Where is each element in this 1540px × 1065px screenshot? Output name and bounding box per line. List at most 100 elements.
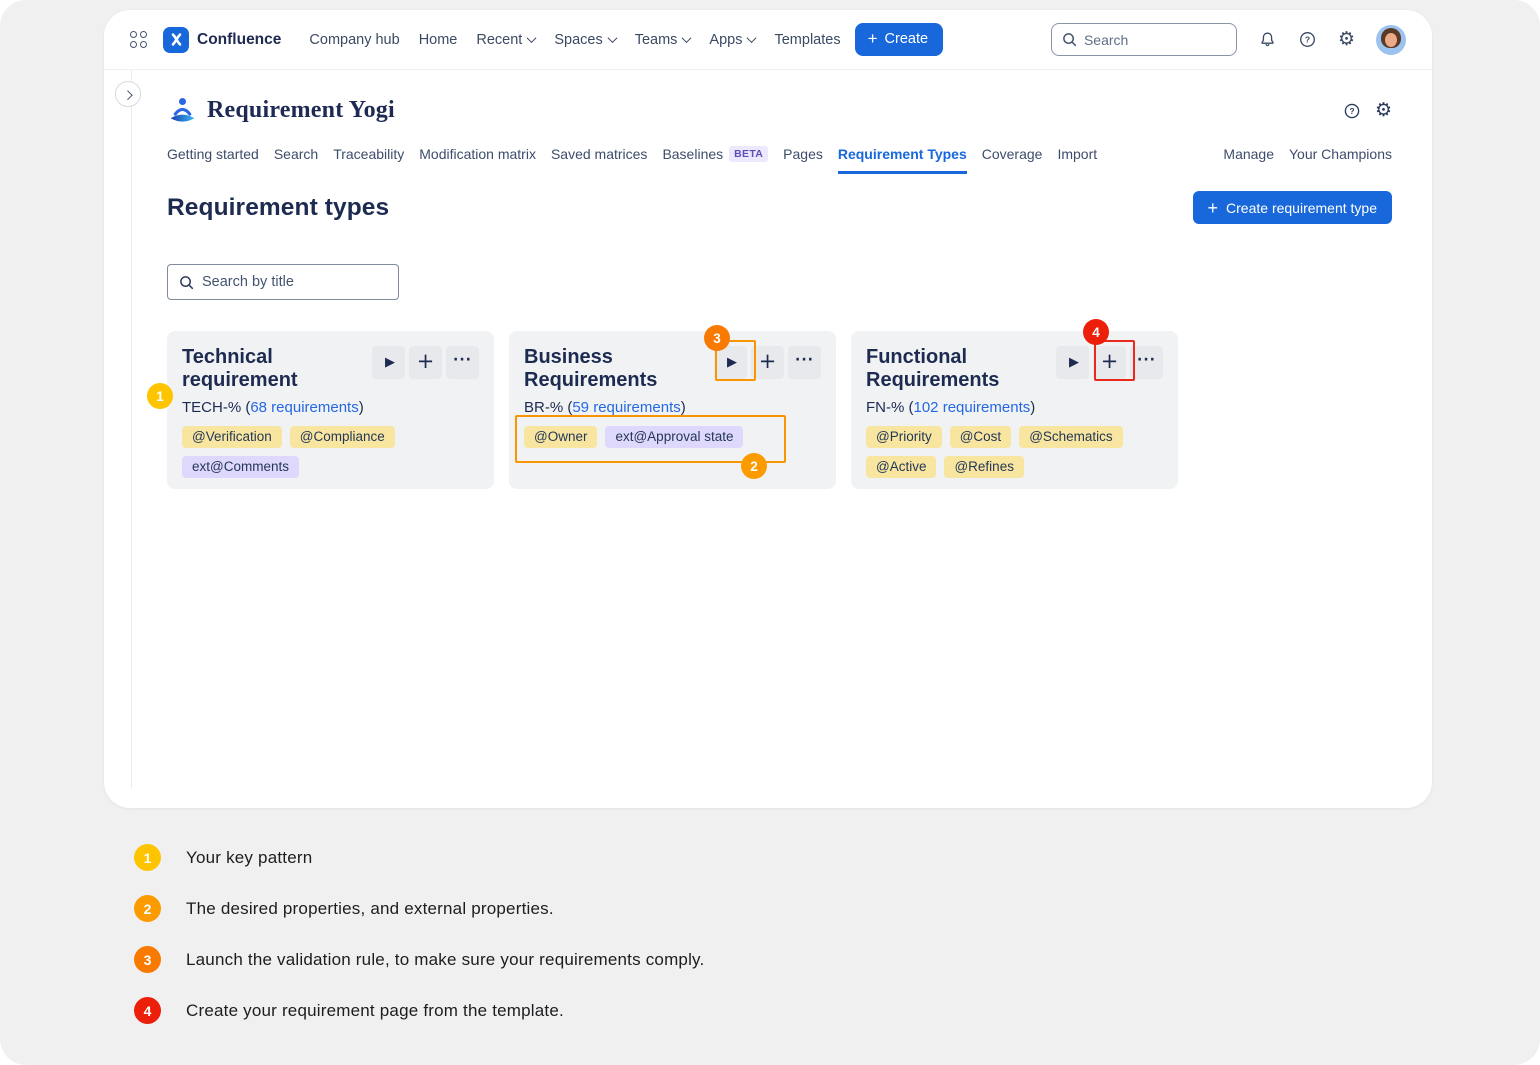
tab-pages[interactable]: Pages <box>783 146 823 174</box>
tab-saved-matrices[interactable]: Saved matrices <box>551 146 647 174</box>
property-tag: @Cost <box>950 426 1011 448</box>
gear-icon: ⚙ <box>1338 30 1355 49</box>
nav-item-apps[interactable]: Apps <box>709 32 755 48</box>
nav-item-spaces[interactable]: Spaces <box>554 32 615 48</box>
tab-import[interactable]: Import <box>1057 146 1097 174</box>
global-create-button[interactable]: + Create <box>855 23 943 56</box>
settings-button[interactable]: ⚙ <box>1338 30 1355 49</box>
requirements-count-link[interactable]: 102 requirements <box>914 399 1031 416</box>
tab-search[interactable]: Search <box>274 146 318 174</box>
create-label: Create <box>885 31 929 47</box>
tab-label: Manage <box>1223 146 1274 162</box>
user-avatar[interactable] <box>1376 25 1406 55</box>
run-validation-button[interactable]: ▶ <box>372 346 405 379</box>
tab-baselines[interactable]: BaselinesBETA <box>662 146 768 174</box>
tab-coverage[interactable]: Coverage <box>982 146 1043 174</box>
expand-sidebar-button[interactable] <box>115 81 141 107</box>
page-title: Requirement types <box>167 194 389 222</box>
legend-text: Launch the validation rule, to make sure… <box>186 950 704 970</box>
create-page-button[interactable]: + <box>1093 346 1126 379</box>
more-options-button[interactable]: ··· <box>788 346 821 379</box>
beta-badge: BETA <box>729 146 768 162</box>
confluence-window: Confluence Company hub Home Recent Spaces Te… <box>104 10 1432 808</box>
confluence-home-link[interactable]: Confluence <box>163 27 281 53</box>
legend-badge-1: 1 <box>134 844 161 871</box>
tab-manage[interactable]: Manage <box>1223 146 1274 174</box>
global-search-input[interactable] <box>1084 32 1214 48</box>
requirement-yogi-header: Requirement Yogi ? ⚙ <box>167 96 1392 125</box>
key-prefix: BR-% ( <box>524 399 572 416</box>
requirement-type-card: Functional Requirements▶+···FN-% (102 re… <box>851 331 1178 489</box>
legend-badge-2: 2 <box>134 895 161 922</box>
tab-requirement-types[interactable]: Requirement Types <box>838 146 967 174</box>
tab-label: Getting started <box>167 146 259 162</box>
sidebar-divider <box>131 70 132 788</box>
search-by-title-input[interactable] <box>202 274 382 290</box>
nav-item-company-hub[interactable]: Company hub <box>309 32 399 48</box>
callout-legend: 1 Your key pattern 2The desired properties… <box>134 844 704 1048</box>
tab-modification-matrix[interactable]: Modification matrix <box>419 146 536 174</box>
nav-item-recent[interactable]: Recent <box>476 32 535 48</box>
card-header: Technical requirement▶+··· <box>182 346 479 392</box>
run-validation-button[interactable]: ▶ <box>714 346 747 379</box>
app-help-button[interactable]: ? <box>1343 102 1361 120</box>
key-prefix: TECH-% ( <box>182 399 250 416</box>
tab-traceability[interactable]: Traceability <box>333 146 404 174</box>
tab-getting-started[interactable]: Getting started <box>167 146 259 174</box>
property-tag: @Owner <box>524 426 597 448</box>
nav-item-templates[interactable]: Templates <box>774 32 840 48</box>
property-tag: @Refines <box>944 456 1023 478</box>
search-by-title[interactable] <box>167 264 399 300</box>
app-switcher-button[interactable] <box>130 31 147 48</box>
card-header: Business Requirements ▶+··· <box>524 346 821 392</box>
requirements-count-link[interactable]: 59 requirements <box>572 399 680 416</box>
requirement-type-card: Technical requirement▶+··· TECH-% (68 req… <box>167 331 494 489</box>
app-settings-button[interactable]: ⚙ <box>1375 101 1392 120</box>
requirement-yogi-logo-icon <box>167 96 198 125</box>
key-suffix: ) <box>1030 399 1035 416</box>
more-options-button[interactable]: ··· <box>1130 346 1163 379</box>
nav-item-home[interactable]: Home <box>419 32 458 48</box>
legend-text: Your key pattern <box>186 848 312 868</box>
global-search[interactable] <box>1051 23 1237 56</box>
plus-icon: + <box>868 33 878 45</box>
brand-name: Confluence <box>197 31 281 49</box>
property-tag: @Priority <box>866 426 942 448</box>
page-content: Requirement Yogi ? ⚙ Getting started Sear… <box>104 70 1432 808</box>
run-validation-button[interactable]: ▶ <box>1056 346 1089 379</box>
chevron-right-icon <box>122 90 132 100</box>
callout-badge-1: 1 <box>147 383 173 409</box>
nav-item-label: Templates <box>774 32 840 48</box>
create-page-button[interactable]: + <box>751 346 784 379</box>
requirement-type-cards: Technical requirement▶+··· TECH-% (68 req… <box>167 331 1392 489</box>
notifications-button[interactable] <box>1258 30 1277 49</box>
nav-item-teams[interactable]: Teams <box>635 32 691 48</box>
desktop-background: Confluence Company hub Home Recent Spaces Te… <box>0 0 1540 1065</box>
create-page-button[interactable]: + <box>409 346 442 379</box>
card-title: Business Requirements <box>524 346 704 392</box>
legend-row: 2The desired properties, and external pr… <box>134 895 704 922</box>
property-tags: @Ownerext@Approval state <box>524 426 814 448</box>
more-options-button[interactable]: ··· <box>446 346 479 379</box>
property-tag: @Compliance <box>290 426 395 448</box>
create-requirement-type-button[interactable]: + Create requirement type <box>1193 191 1392 224</box>
property-tag: @Verification <box>182 426 282 448</box>
nav-item-label: Company hub <box>309 32 399 48</box>
search-icon <box>1062 32 1077 47</box>
requirements-count-link[interactable]: 68 requirements <box>250 399 358 416</box>
chevron-down-icon <box>607 33 617 43</box>
nav-item-label: Apps <box>709 32 742 48</box>
plus-icon: + <box>1208 203 1219 213</box>
callout-badge-3: 3 <box>704 325 730 351</box>
tab-your-champions[interactable]: Your Champions <box>1289 146 1392 174</box>
help-button[interactable]: ? <box>1298 30 1317 49</box>
card-actions: ▶+··· <box>372 346 479 392</box>
tab-label: Saved matrices <box>551 146 647 162</box>
app-header-icons: ? ⚙ <box>1343 101 1392 120</box>
key-prefix: FN-% ( <box>866 399 914 416</box>
property-tag: @Active <box>866 456 936 478</box>
property-tags: @Verification @Compliance ext@Comments <box>182 426 472 478</box>
nav-right-cluster: ? ⚙ <box>1051 23 1406 56</box>
confluence-logo-icon <box>163 27 189 53</box>
property-tag: ext@Comments <box>182 456 299 478</box>
